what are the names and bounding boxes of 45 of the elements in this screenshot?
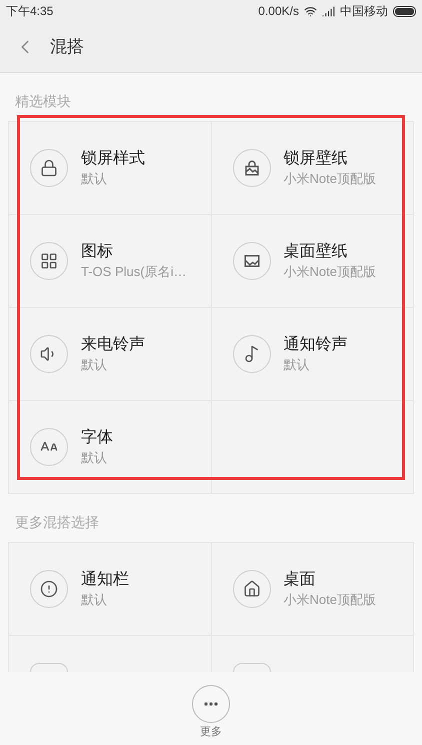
module-title: 通知铃声: [284, 334, 348, 355]
section-title: 更多混搭选择: [14, 513, 100, 532]
module-value: T-OS Plus(原名i…: [81, 263, 186, 281]
picture-icon: [242, 252, 260, 270]
module-title: 图标: [81, 242, 114, 262]
home-icon: [242, 580, 260, 598]
module-title: 桌面: [284, 570, 316, 590]
grid-icon: [40, 252, 58, 270]
module-cell[interactable]: 图标 T-OS Plus(原名i…: [9, 215, 212, 308]
module-cell[interactable]: 桌面 小米Note顶配版: [212, 543, 414, 636]
more-icon: [204, 702, 218, 706]
module-cell[interactable]: 锁屏样式 默认: [9, 122, 212, 215]
module-value: 默认: [284, 356, 310, 374]
music-note-icon: [242, 345, 260, 363]
module-value: 默认: [81, 591, 108, 609]
module-title: 通知栏: [81, 570, 129, 590]
module-value: 默认: [81, 449, 108, 467]
module-title: 字体: [81, 428, 113, 448]
module-value: 小米Note顶配版: [284, 170, 376, 188]
page-title: 混搭: [50, 36, 84, 58]
module-title: 桌面壁纸: [284, 242, 348, 262]
module-cell[interactable]: 字体 默认: [9, 401, 212, 494]
alert-icon: [40, 580, 58, 598]
module-value: 默认: [81, 356, 108, 374]
wifi-icon: [304, 4, 317, 18]
signal-icon: [322, 4, 335, 18]
module-cell[interactable]: 通知铃声 默认: [212, 308, 414, 401]
section-title: 精选模块: [14, 92, 72, 111]
battery-icon: [393, 6, 416, 16]
module-title: 锁屏样式: [81, 148, 145, 169]
carrier-name: 中国移动: [340, 3, 388, 20]
lock-icon: [40, 159, 58, 177]
status-time: 下午4:35: [6, 3, 54, 20]
module-cell[interactable]: 锁屏壁纸 小米Note顶配版: [212, 122, 414, 215]
module-value: 小米Note顶配版: [284, 591, 376, 609]
module-title: 来电铃声: [81, 334, 145, 355]
module-cell[interactable]: 通知栏 默认: [9, 543, 212, 636]
module-value: 默认: [81, 170, 108, 188]
network-speed: 0.00K/s: [258, 3, 299, 20]
module-title: 锁屏壁纸: [284, 148, 348, 169]
module-cell[interactable]: 来电铃声 默认: [9, 308, 212, 401]
module-cell[interactable]: 桌面壁纸 小米Note顶配版: [212, 215, 414, 308]
module-cell[interactable]: [212, 636, 414, 672]
module-value: 小米Note顶配版: [284, 263, 376, 281]
lock-picture-icon: [242, 159, 260, 177]
